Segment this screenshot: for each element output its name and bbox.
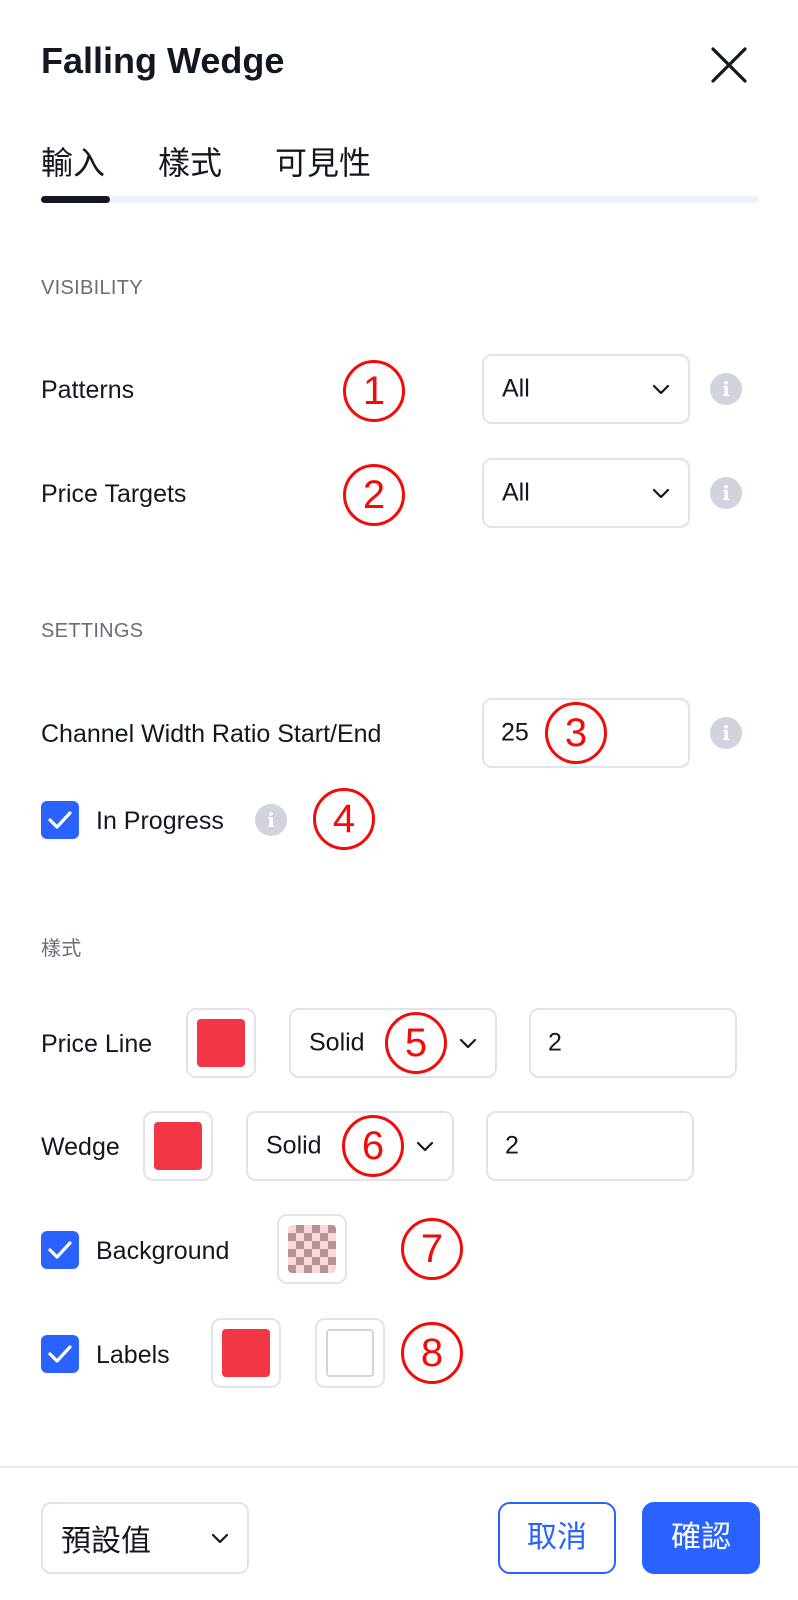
wedge-width-value: 2 — [505, 1131, 519, 1160]
chevron-down-icon — [211, 1533, 229, 1544]
price-line-style-value: Solid — [309, 1028, 365, 1057]
price-line-width-input[interactable]: 2 — [529, 1008, 737, 1078]
labels-color-button[interactable] — [211, 1318, 281, 1388]
patterns-select[interactable]: All — [482, 354, 690, 424]
transparent-swatch — [288, 1225, 336, 1273]
background-checkbox[interactable] — [41, 1231, 79, 1269]
info-icon[interactable]: i — [710, 373, 742, 405]
preset-dropdown-value: 預設值 — [61, 1525, 151, 1558]
price-targets-select-value: All — [502, 478, 530, 507]
labels-checkbox[interactable] — [41, 1335, 79, 1373]
checkmark-icon — [48, 811, 72, 829]
chevron-down-icon — [416, 1141, 434, 1152]
section-heading-visibility: VISIBILITY — [41, 277, 143, 299]
section-heading-style: 樣式 — [41, 938, 82, 960]
ok-button[interactable]: 確認 — [642, 1502, 760, 1574]
color-swatch — [197, 1019, 245, 1067]
info-icon[interactable]: i — [710, 477, 742, 509]
wedge-label: Wedge — [41, 1133, 120, 1161]
info-icon[interactable]: i — [255, 804, 287, 836]
annotation-marker-1: 1 — [343, 360, 405, 422]
patterns-select-value: All — [502, 374, 530, 403]
info-icon[interactable]: i — [710, 717, 742, 749]
labels-text-color-button[interactable] — [315, 1318, 385, 1388]
patterns-label: Patterns — [41, 376, 135, 404]
price-targets-label: Price Targets — [41, 480, 187, 508]
channel-width-value: 25 — [501, 718, 529, 747]
tab-active-indicator — [41, 196, 110, 203]
price-line-color-button[interactable] — [186, 1008, 256, 1078]
color-swatch-white — [326, 1329, 374, 1377]
background-label: Background — [96, 1237, 230, 1265]
annotation-marker-6: 6 — [342, 1115, 404, 1177]
checkmark-icon — [48, 1345, 72, 1363]
chevron-down-icon — [652, 384, 670, 395]
close-icon[interactable] — [710, 46, 748, 84]
price-targets-select[interactable]: All — [482, 458, 690, 528]
in-progress-checkbox[interactable] — [41, 801, 79, 839]
checkmark-icon — [48, 1241, 72, 1259]
tab-style[interactable]: 樣式 — [158, 138, 222, 184]
dialog-title: Falling Wedge — [41, 40, 285, 81]
section-heading-settings: SETTINGS — [41, 620, 144, 642]
footer-divider — [0, 1466, 798, 1468]
channel-width-label: Channel Width Ratio Start/End — [41, 720, 382, 748]
annotation-marker-5: 5 — [385, 1012, 447, 1074]
tab-visibility[interactable]: 可見性 — [275, 138, 371, 184]
color-swatch — [222, 1329, 270, 1377]
annotation-marker-3: 3 — [545, 702, 607, 764]
annotation-marker-8: 8 — [401, 1322, 463, 1384]
price-line-label: Price Line — [41, 1030, 153, 1058]
annotation-marker-4: 4 — [313, 788, 375, 850]
tab-inputs[interactable]: 輸入 — [41, 138, 105, 184]
in-progress-label: In Progress — [96, 807, 224, 835]
tab-track — [41, 196, 759, 203]
preset-dropdown[interactable]: 預設值 — [41, 1502, 249, 1574]
wedge-color-button[interactable] — [143, 1111, 213, 1181]
chevron-down-icon — [459, 1038, 477, 1049]
wedge-width-input[interactable]: 2 — [486, 1111, 694, 1181]
annotation-marker-7: 7 — [401, 1218, 463, 1280]
annotation-marker-2: 2 — [343, 464, 405, 526]
chevron-down-icon — [652, 488, 670, 499]
wedge-style-value: Solid — [266, 1131, 322, 1160]
color-swatch — [154, 1122, 202, 1170]
labels-label: Labels — [96, 1341, 170, 1369]
price-line-width-value: 2 — [548, 1028, 562, 1057]
background-color-button[interactable] — [277, 1214, 347, 1284]
cancel-button[interactable]: 取消 — [498, 1502, 616, 1574]
